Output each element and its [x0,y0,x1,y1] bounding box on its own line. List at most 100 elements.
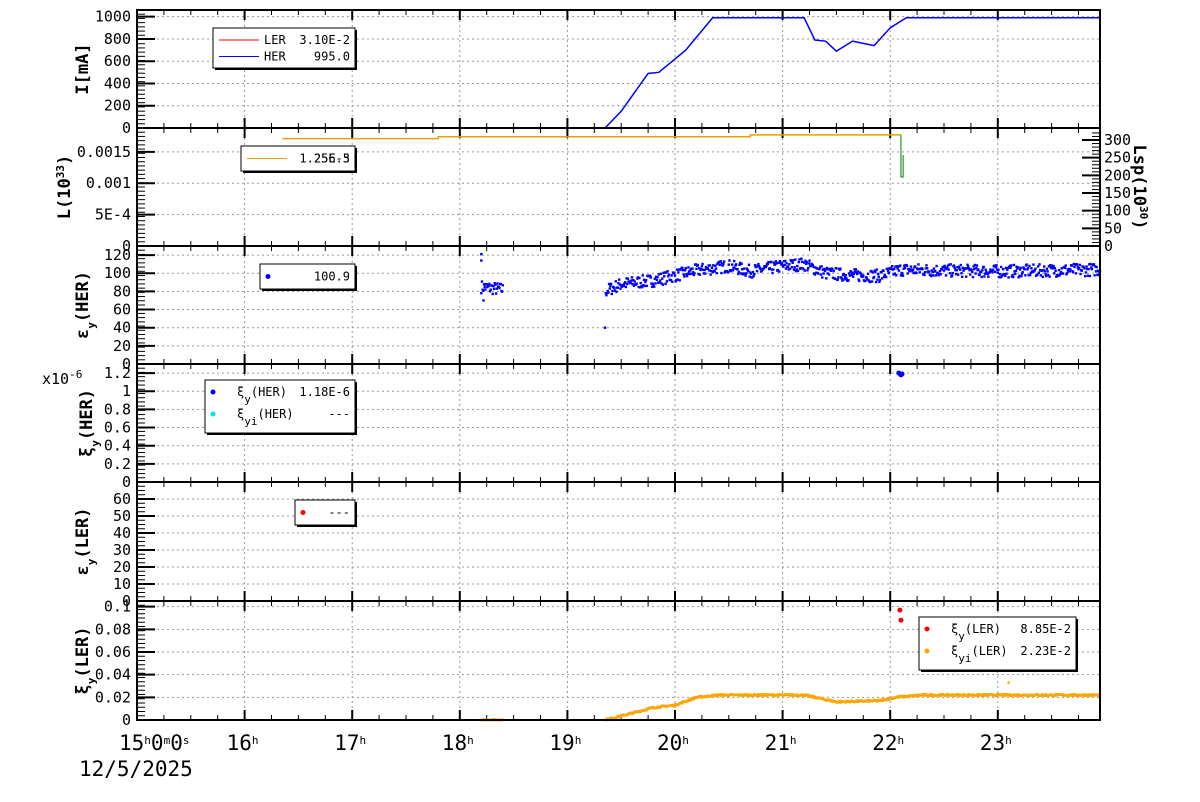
data-point [947,268,950,271]
label-part: 18 [442,731,467,755]
label-part: 21 [765,731,790,755]
data-point [901,274,905,277]
data-point [949,263,952,266]
data-point [726,271,730,274]
data-point [1048,275,1051,278]
data-point [960,272,963,275]
data-point [722,260,726,263]
data-point [695,267,698,271]
data-point [1025,263,1028,266]
data-point [948,272,952,275]
label-part: (LER) [971,644,1007,658]
data-point [715,271,718,275]
data-point [1077,266,1081,270]
legend-name: HER [264,50,286,64]
data-point [893,267,896,271]
data-point [935,264,938,268]
data-point [771,271,774,275]
data-point [995,264,998,267]
data-point [923,273,926,277]
data-point [605,293,608,297]
data-point [617,278,621,281]
data-point [822,272,825,275]
data-point [1064,264,1067,267]
label-part: 22 [872,731,897,755]
data-point [982,265,985,269]
label-part: (HER) [73,271,93,322]
data-point [886,269,890,273]
data-point [897,269,901,272]
data-point [780,262,784,265]
legend-dot-marker [300,510,306,515]
data-point [771,268,775,271]
data-point [778,270,781,273]
data-point [837,276,840,279]
data-point [870,280,874,283]
data-point [608,287,611,290]
data-point [1020,275,1023,278]
data-point [498,286,501,290]
data-point [489,288,492,291]
data-point [732,259,736,263]
x-tick-label: 18h [442,731,474,755]
data-point [704,272,707,275]
data-point [480,291,483,295]
data-point [1071,270,1075,274]
data-point [500,290,504,293]
data-point [649,276,652,279]
y-tick-label: 400 [104,74,131,92]
y-tick-label: 600 [104,52,131,70]
data-point [745,272,748,275]
data-point [818,267,821,271]
data-point [891,265,894,268]
data-point [1092,263,1096,266]
data-point [987,275,990,278]
data-point [1093,274,1096,277]
legend-value: 8.85E-2 [1020,622,1071,636]
data-point [683,269,687,272]
x-tick-label: 17h [334,731,366,755]
data-point [639,281,642,285]
label-part: L(10 [55,178,75,219]
data-point [613,286,616,290]
data-point [959,263,963,267]
data-point [641,274,644,277]
data-point [1021,270,1024,274]
data-point [932,274,935,277]
data-point [921,267,924,271]
data-point [1038,263,1041,266]
data-point [1003,274,1007,278]
data-point [638,276,641,280]
label-part: ξ [951,622,958,636]
data-point [673,271,676,275]
y-tick-label: 30 [113,541,131,559]
data-point [670,274,673,277]
label-part: (HER) [257,407,293,421]
y-tick-label: 0.06 [95,643,131,661]
series-line-lsp [900,134,904,178]
y-tick-label: 80 [113,282,131,300]
label-part: ξ [77,447,97,457]
data-point [895,274,898,277]
data-point [918,271,921,274]
data-point [839,267,842,270]
legend-value: --- [328,506,350,520]
data-point [755,269,759,273]
label-part: ε [73,329,93,339]
data-point [819,273,823,276]
data-point [1030,267,1033,270]
data-point [803,269,806,272]
x-tick-label: 20h [657,731,689,755]
data-point [610,292,613,296]
data-point [991,268,995,271]
label-part: h [575,734,582,747]
data-point [974,272,977,275]
legend-value: --- [328,407,350,421]
label-part: h [144,734,151,747]
data-point [899,371,905,377]
data-point [701,262,704,266]
x-tick-label: 19h [549,731,581,755]
data-point [671,280,674,284]
data-point [665,280,669,283]
data-point [1063,266,1067,270]
